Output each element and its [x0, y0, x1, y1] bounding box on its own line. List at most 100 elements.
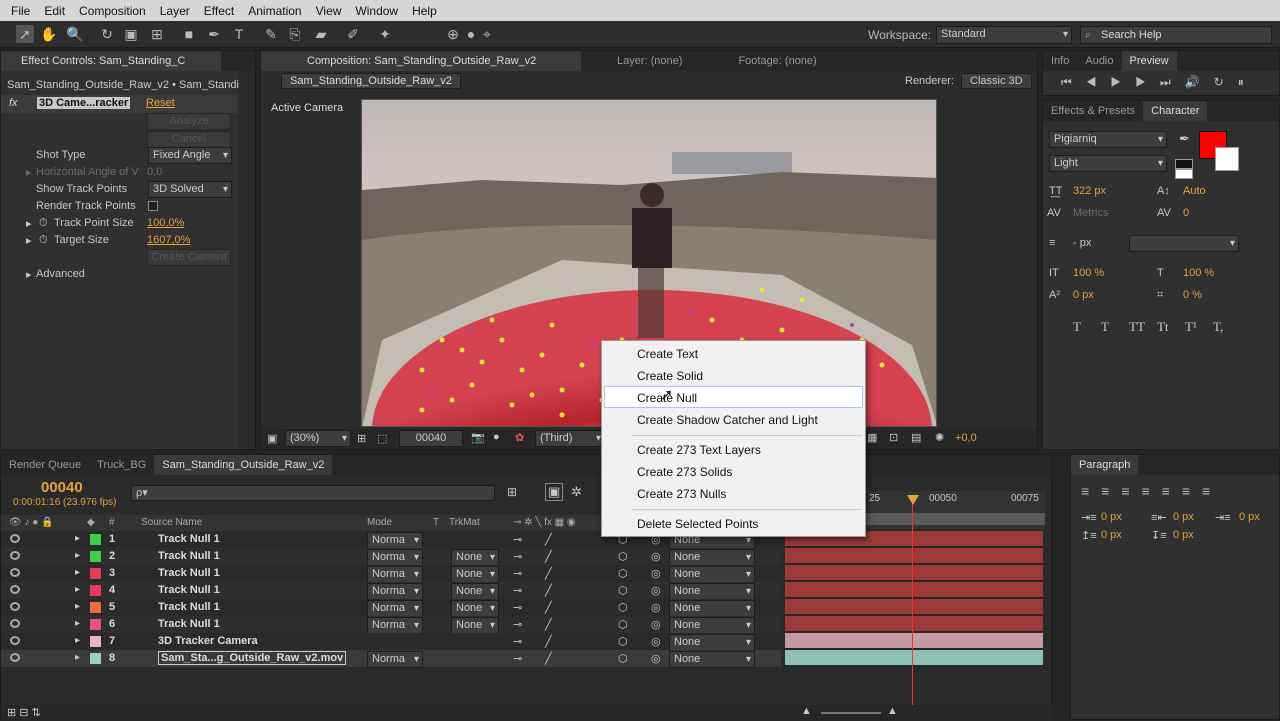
3d-layer-switch-icon[interactable]: ⬡ — [618, 635, 628, 648]
search-help-input[interactable]: ⌕ Search Help — [1080, 26, 1272, 44]
tab-effects-presets[interactable]: Effects & Presets — [1043, 101, 1143, 121]
draft-3d-icon[interactable]: ▦ — [867, 431, 877, 444]
shy-switch-icon[interactable]: ⊸ — [513, 635, 522, 648]
tab-timeline-2[interactable]: Sam_Standing_Outside_Raw_v2 — [154, 455, 333, 475]
selection-tool-icon[interactable]: ➚ — [16, 25, 34, 43]
create-273-text-layers-item[interactable]: Create 273 Text Layers — [637, 443, 761, 457]
current-time-indicator[interactable] — [912, 495, 913, 721]
layer-mode-select[interactable]: Norma — [367, 549, 423, 566]
indent-right-value[interactable]: 0 px — [1173, 511, 1194, 523]
eraser-tool-icon[interactable]: ▰ — [312, 25, 330, 43]
label-color-swatch[interactable] — [90, 551, 101, 562]
transparency-grid-icon[interactable]: ⬚ — [377, 432, 387, 445]
parent-select[interactable]: None — [669, 566, 755, 583]
tab-layer[interactable]: Layer: (none) — [609, 51, 690, 71]
layer-mode-select[interactable]: Norma — [367, 566, 423, 583]
visibility-eye-icon[interactable] — [10, 534, 20, 543]
menu-file[interactable]: File — [4, 4, 37, 18]
quality-switch-icon[interactable]: ╱ — [545, 567, 552, 580]
layer-name[interactable]: Track Null 1 — [158, 567, 220, 579]
label-color-swatch[interactable] — [90, 636, 101, 647]
pan-behind-tool-icon[interactable]: ⊞ — [148, 25, 166, 43]
stroke-type-select[interactable] — [1129, 235, 1239, 252]
3d-layer-switch-icon[interactable]: ⬡ — [618, 601, 628, 614]
expand-track-point-size-icon[interactable]: ▸ — [26, 217, 32, 230]
parent-select[interactable]: None — [669, 583, 755, 600]
magnification-select[interactable]: (30%) — [285, 430, 351, 447]
expand-triangle-icon[interactable]: ▸ — [75, 584, 80, 595]
visibility-eye-icon[interactable] — [10, 653, 20, 662]
shy-switch-icon[interactable]: ⊸ — [513, 533, 522, 546]
target-size-value[interactable]: 1607,0% — [147, 234, 190, 246]
table-row[interactable]: ▸ 3 Track Null 1 Norma None ⊸ ╱ ⬡ ◎ None — [1, 565, 781, 583]
first-line-indent-value[interactable]: 0 px — [1239, 511, 1260, 523]
expand-triangle-icon[interactable]: ▸ — [75, 550, 80, 561]
parent-pickwhip-icon[interactable]: ◎ — [651, 584, 661, 597]
text-style-button[interactable]: T — [1073, 319, 1081, 335]
menu-edit[interactable]: Edit — [37, 4, 72, 18]
trkmat-select[interactable]: None — [451, 583, 499, 600]
visibility-eye-icon[interactable] — [10, 568, 20, 577]
tsume-value[interactable]: 0 % — [1183, 289, 1202, 301]
paragraph-align-buttons[interactable]: ≡≡≡≡≡≡≡ — [1081, 483, 1222, 499]
layer-duration-bar[interactable] — [785, 650, 1043, 666]
roto-brush-tool-icon[interactable]: ✐ — [344, 25, 362, 43]
quality-switch-icon[interactable]: ╱ — [545, 635, 552, 648]
trkmat-header[interactable]: TrkMat — [449, 517, 480, 528]
show-track-points-select[interactable]: 3D Solved — [148, 181, 232, 198]
exposure-icon[interactable]: ✺ — [935, 431, 944, 444]
font-family-select[interactable]: Pigiarniq — [1049, 131, 1167, 148]
timeline-search-input[interactable]: ρ▾ — [131, 485, 495, 501]
text-style-button[interactable]: T — [1101, 319, 1109, 335]
visibility-eye-icon[interactable] — [10, 551, 20, 560]
stroke-color-swatch[interactable] — [1215, 147, 1239, 171]
font-size-value[interactable]: 322 px — [1073, 185, 1106, 197]
quality-switch-icon[interactable]: ╱ — [545, 533, 552, 546]
table-row[interactable]: ▸ 5 Track Null 1 Norma None ⊸ ╱ ⬡ ◎ None — [1, 599, 781, 617]
timeline-timecode[interactable]: 00040 — [41, 479, 83, 496]
visibility-eye-icon[interactable] — [10, 619, 20, 628]
camera-tool-icon[interactable]: ▣ — [122, 25, 140, 43]
menu-view[interactable]: View — [309, 4, 349, 18]
stroke-width-value[interactable]: - px — [1073, 237, 1091, 249]
layer-duration-bar[interactable] — [785, 599, 1043, 615]
menu-window[interactable]: Window — [348, 4, 405, 18]
rotate-tool-icon[interactable]: ↻ — [98, 25, 116, 43]
parent-select[interactable]: None — [669, 549, 755, 566]
indent-left-value[interactable]: 0 px — [1101, 511, 1122, 523]
visibility-eye-icon[interactable] — [10, 602, 20, 611]
quality-switch-icon[interactable]: ╱ — [545, 618, 552, 631]
exposure-value[interactable]: +0,0 — [955, 432, 977, 444]
expand-advanced-icon[interactable]: ▸ — [26, 268, 32, 281]
snapshot-icon[interactable]: 📷 — [471, 431, 485, 444]
table-row[interactable]: ▸ 7 3D Tracker Camera ⊸ ╱ ⬡ ◎ None — [1, 633, 781, 651]
cancel-button[interactable]: Cancel — [147, 131, 231, 148]
table-row[interactable]: ▸ 6 Track Null 1 Norma None ⊸ ╱ ⬡ ◎ None — [1, 616, 781, 634]
current-time-indicator-head[interactable] — [907, 495, 919, 505]
layer-duration-bar[interactable] — [785, 616, 1043, 632]
label-color-swatch[interactable] — [90, 619, 101, 630]
tab-composition[interactable]: Composition: Sam_Standing_Outside_Raw_v2 — [261, 51, 581, 71]
zoom-tool-icon[interactable]: 🔍 — [66, 25, 84, 43]
trkmat-select[interactable]: None — [451, 566, 499, 583]
table-row[interactable]: ▸ 8 Sam_Sta...g_Outside_Raw_v2.mov Norma ⊸ ╱ ⬡… — [1, 650, 781, 668]
font-style-select[interactable]: Light — [1049, 155, 1167, 172]
track-point-size-value[interactable]: 100,0% — [147, 217, 184, 229]
layer-mode-select[interactable]: Norma — [367, 583, 423, 600]
parent-pickwhip-icon[interactable]: ◎ — [651, 618, 661, 631]
shy-switch-icon[interactable]: ⊸ — [513, 652, 522, 665]
menu-layer[interactable]: Layer — [153, 4, 197, 18]
renderer-button[interactable]: Classic 3D — [961, 73, 1032, 89]
tab-paragraph[interactable]: Paragraph — [1071, 455, 1139, 475]
parent-select[interactable]: None — [669, 651, 755, 668]
tab-footage[interactable]: Footage: (none) — [730, 51, 824, 71]
source-name-header[interactable]: Source Name — [141, 517, 202, 528]
resolution-select[interactable]: (Third) — [535, 430, 605, 447]
menu-help[interactable]: Help — [405, 4, 444, 18]
trkmat-select[interactable]: None — [451, 617, 499, 634]
layer-duration-bar[interactable] — [785, 565, 1043, 581]
text-style-button[interactable]: T¹ — [1185, 319, 1197, 335]
tab-timeline-1[interactable]: Truck_BG — [89, 455, 154, 475]
layer-name[interactable]: Track Null 1 — [158, 550, 220, 562]
text-style-button[interactable]: TT — [1129, 319, 1145, 335]
